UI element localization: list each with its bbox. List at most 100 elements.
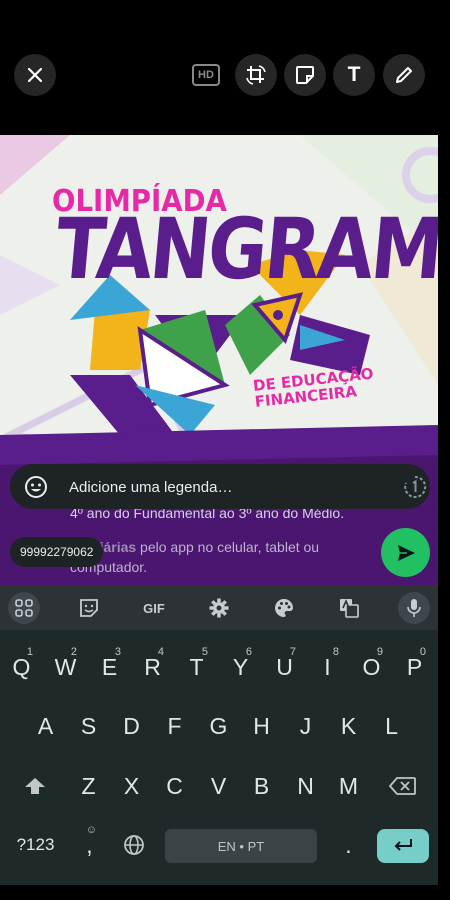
- enter-icon: [394, 839, 412, 851]
- key-label: K: [340, 712, 357, 739]
- translate-icon: [340, 598, 359, 618]
- editor-toolbar: HD T: [0, 0, 450, 135]
- enter-key[interactable]: [377, 829, 429, 863]
- key-label: X: [123, 772, 140, 799]
- symbols-key[interactable]: ?123: [8, 820, 63, 870]
- emoji-hint: ☺: [85, 824, 97, 836]
- caption-bar: [10, 464, 430, 509]
- key-digit: 5: [201, 646, 208, 658]
- promo-text-rest: pelo app no celular, tablet ou: [136, 539, 320, 555]
- key-o[interactable]: O9: [350, 642, 393, 692]
- close-icon: [27, 67, 43, 83]
- key-c[interactable]: C: [153, 761, 196, 811]
- settings-button[interactable]: [204, 593, 234, 623]
- key-b[interactable]: B: [240, 761, 283, 811]
- key-f[interactable]: F: [153, 701, 196, 751]
- key-l[interactable]: L: [370, 701, 413, 751]
- key-digit: 8: [332, 646, 339, 658]
- key-label: C: [166, 772, 183, 799]
- key-label: F: [167, 712, 182, 739]
- pencil-icon: [396, 67, 412, 83]
- close-button[interactable]: [14, 54, 56, 96]
- key-j[interactable]: J: [284, 701, 327, 751]
- crop-rotate-button[interactable]: [235, 54, 277, 96]
- edge-strip: [438, 135, 450, 885]
- key-e[interactable]: E3: [88, 642, 131, 692]
- key-s[interactable]: S: [67, 701, 110, 751]
- text-button[interactable]: T: [333, 54, 375, 96]
- key-label: D: [123, 712, 140, 739]
- key-label: G: [209, 712, 228, 739]
- view-once-icon[interactable]: [402, 474, 428, 500]
- hd-toggle[interactable]: HD: [192, 64, 220, 86]
- send-icon: [397, 544, 415, 561]
- key-digit: 6: [245, 646, 252, 658]
- caption-input[interactable]: [69, 476, 389, 498]
- key-u[interactable]: U7: [263, 642, 306, 692]
- language-key[interactable]: [112, 820, 155, 870]
- key-label: .: [345, 831, 352, 858]
- gear-icon: [209, 598, 229, 618]
- backspace-key[interactable]: [380, 761, 425, 811]
- logo-tangram: TANGRAM: [51, 200, 446, 298]
- translate-button[interactable]: [334, 593, 364, 623]
- grid-icon: [15, 599, 33, 617]
- emoji-icon[interactable]: [24, 475, 48, 499]
- pencil-button[interactable]: [383, 54, 425, 96]
- key-label: ?123: [16, 835, 55, 854]
- promo-text-line2: es Diárias pelo app no celular, tablet o…: [70, 539, 319, 555]
- key-digit: 2: [70, 646, 77, 658]
- globe-icon: [123, 835, 144, 855]
- comma-key[interactable]: , ☺: [68, 820, 111, 870]
- palette-icon: [275, 599, 293, 617]
- key-label: L: [385, 712, 398, 739]
- key-m[interactable]: M: [327, 761, 370, 811]
- gif-button[interactable]: GIF: [139, 593, 169, 623]
- nav-bar: [0, 885, 450, 900]
- space-key[interactable]: EN • PT: [165, 829, 317, 863]
- sticker-icon: [296, 66, 314, 84]
- key-p[interactable]: P0: [393, 642, 436, 692]
- key-v[interactable]: V: [197, 761, 240, 811]
- text-icon: T: [347, 63, 361, 86]
- recipient-chip[interactable]: 99992279062: [10, 537, 104, 567]
- key-digit: 1: [26, 646, 33, 658]
- period-key[interactable]: .: [327, 820, 370, 870]
- key-k[interactable]: K: [327, 701, 370, 751]
- shift-icon: [24, 778, 45, 794]
- key-t[interactable]: T5: [175, 642, 218, 692]
- key-w[interactable]: W2: [44, 642, 87, 692]
- key-label: S: [80, 712, 97, 739]
- sticker-button[interactable]: [284, 54, 326, 96]
- theme-button[interactable]: [269, 593, 299, 623]
- key-label: Z: [81, 772, 96, 799]
- key-digit: 4: [157, 646, 164, 658]
- key-y[interactable]: Y6: [219, 642, 262, 692]
- keyboard: Q1 W2 E3 R4 T5 Y6 U7 I8 O9 P0 A S D F G …: [0, 630, 438, 885]
- key-x[interactable]: X: [110, 761, 153, 811]
- shift-key[interactable]: [12, 761, 57, 811]
- emoji-sticker-button[interactable]: [74, 593, 104, 623]
- key-d[interactable]: D: [110, 701, 153, 751]
- keyboard-toolbar: GIF: [0, 585, 438, 630]
- backspace-icon: [388, 777, 416, 795]
- key-digit: 7: [289, 646, 296, 658]
- send-button[interactable]: [381, 528, 430, 577]
- key-n[interactable]: N: [284, 761, 327, 811]
- key-digit: 3: [114, 646, 121, 658]
- voice-input-button[interactable]: [398, 592, 430, 624]
- key-q[interactable]: Q1: [0, 642, 43, 692]
- key-i[interactable]: I8: [306, 642, 349, 692]
- key-h[interactable]: H: [240, 701, 283, 751]
- key-g[interactable]: G: [197, 701, 240, 751]
- key-label: M: [338, 772, 359, 799]
- apps-button[interactable]: [8, 592, 40, 624]
- key-r[interactable]: R4: [131, 642, 174, 692]
- key-digit: 9: [376, 646, 383, 658]
- mic-icon: [407, 599, 421, 617]
- key-a[interactable]: A: [24, 701, 67, 751]
- key-digit: 0: [419, 646, 426, 658]
- key-label: I: [324, 653, 331, 680]
- key-label: J: [299, 712, 312, 739]
- key-z[interactable]: Z: [67, 761, 110, 811]
